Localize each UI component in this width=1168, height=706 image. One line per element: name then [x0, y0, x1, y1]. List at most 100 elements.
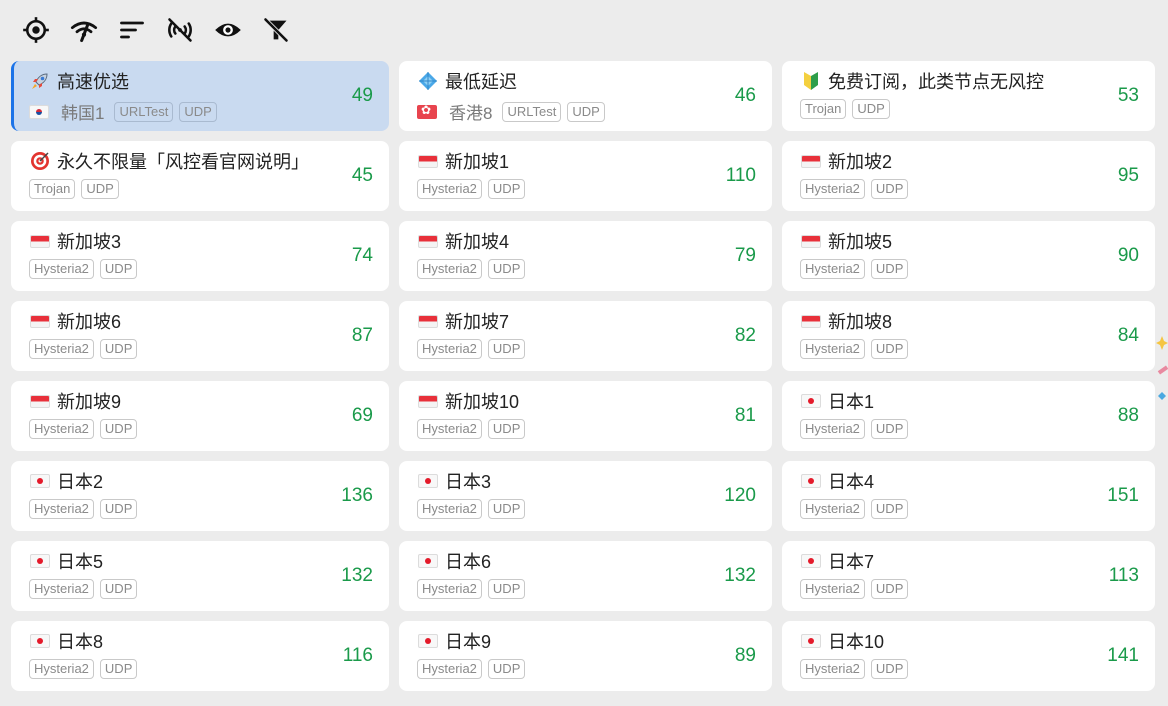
proxy-card[interactable]: 日本9 Hysteria2 UDP 89 [399, 621, 772, 691]
proxy-card[interactable]: 新加坡9 Hysteria2 UDP 69 [11, 381, 389, 451]
proxy-name: 日本7 [828, 552, 875, 572]
flag-jp-icon [29, 631, 51, 651]
latency-value[interactable]: 116 [343, 645, 373, 667]
proxy-tag: UDP [81, 179, 119, 199]
proxy-card[interactable]: 日本1 Hysteria2 UDP 88 [782, 381, 1155, 451]
latency-value[interactable]: 53 [1118, 85, 1139, 107]
flag-sg-icon [417, 151, 439, 171]
latency-value[interactable]: 132 [724, 565, 756, 587]
proxy-name: 日本6 [445, 552, 492, 572]
no-signal-icon [168, 18, 192, 42]
latency-value[interactable]: 69 [352, 405, 373, 427]
current-node-name: 香港8 [449, 104, 493, 123]
proxy-name-row: 新加坡8 [800, 309, 1141, 333]
flag-sg-icon [417, 311, 439, 331]
latency-value[interactable]: 136 [341, 485, 373, 507]
latency-value[interactable]: 79 [735, 245, 756, 267]
proxy-name-row: 日本8 [29, 629, 375, 653]
proxy-meta: Trojan UDP [29, 179, 375, 199]
proxy-name-row: 新加坡9 [29, 389, 375, 413]
proxy-meta: Hysteria2 UDP [800, 659, 1141, 679]
latency-value[interactable]: 141 [1107, 645, 1139, 667]
latency-value[interactable]: 45 [352, 165, 373, 187]
proxy-name: 免费订阅，此类节点无风控 [828, 72, 1044, 92]
proxy-name: 高速优选 [57, 72, 129, 92]
delay-test-button[interactable] [66, 12, 102, 48]
proxy-tag: UDP [487, 259, 526, 279]
proxy-card[interactable]: 日本2 Hysteria2 UDP 136 [11, 461, 389, 531]
proxy-meta: 韩国1 URLTest UDP [29, 99, 375, 124]
proxy-tag: Hysteria2 [29, 419, 94, 439]
latency-value[interactable]: 89 [735, 645, 756, 667]
proxy-name: 日本8 [57, 632, 104, 652]
proxy-card[interactable]: 新加坡7 Hysteria2 UDP 82 [399, 301, 772, 371]
proxy-card[interactable]: 免费订阅，此类节点无风控 Trojan UDP 53 [782, 61, 1155, 131]
proxy-tag: UDP [487, 499, 526, 519]
latency-value[interactable]: 82 [735, 325, 756, 347]
proxy-name-row: 日本9 [417, 629, 758, 653]
visibility-button[interactable] [210, 12, 246, 48]
proxy-card[interactable]: 日本5 Hysteria2 UDP 132 [11, 541, 389, 611]
flag-jp-icon [417, 471, 439, 491]
proxy-card[interactable]: 新加坡2 Hysteria2 UDP 95 [782, 141, 1155, 211]
latency-value[interactable]: 110 [726, 165, 756, 187]
latency-value[interactable]: 90 [1118, 245, 1139, 267]
latency-value[interactable]: 74 [352, 245, 373, 267]
proxy-card[interactable]: 新加坡3 Hysteria2 UDP 74 [11, 221, 389, 291]
proxy-name: 新加坡3 [57, 232, 122, 252]
proxy-tag: Hysteria2 [29, 339, 94, 359]
proxy-card[interactable]: 新加坡10 Hysteria2 UDP 81 [399, 381, 772, 451]
proxy-card[interactable]: 永久不限量「风控看官网说明」 Trojan UDP 45 [11, 141, 389, 211]
latency-value[interactable]: 120 [724, 485, 756, 507]
proxy-card[interactable]: 最低延迟香港8 URLTestUDP 46 [399, 61, 772, 131]
proxy-tag: Hysteria2 [800, 659, 865, 679]
filter-button[interactable] [258, 12, 294, 48]
latency-value[interactable]: 95 [1118, 165, 1139, 187]
proxy-meta: Hysteria2 UDP [417, 179, 758, 199]
proxy-tag: UDP [487, 659, 526, 679]
latency-value[interactable]: 151 [1107, 485, 1139, 507]
latency-value[interactable]: 49 [352, 85, 373, 107]
locate-button[interactable] [18, 12, 54, 48]
flag-sg-icon [417, 231, 439, 251]
proxy-meta: 香港8 URLTestUDP [417, 99, 758, 124]
proxy-tag: UDP [870, 339, 909, 359]
proxy-tag: Hysteria2 [417, 579, 482, 599]
flag-sg-icon [800, 151, 822, 171]
proxy-card[interactable]: 日本8 Hysteria2 UDP 116 [11, 621, 389, 691]
proxy-card[interactable]: 新加坡5 Hysteria2 UDP 90 [782, 221, 1155, 291]
latency-value[interactable]: 81 [735, 405, 756, 427]
latency-value[interactable]: 88 [1118, 405, 1139, 427]
latency-value[interactable]: 113 [1109, 565, 1139, 587]
proxy-tag: Hysteria2 [800, 419, 865, 439]
proxy-card[interactable]: 日本7 Hysteria2 UDP 113 [782, 541, 1155, 611]
proxy-meta: Hysteria2 UDP [417, 339, 758, 359]
proxy-name-row: 新加坡4 [417, 229, 758, 253]
proxy-name: 新加坡4 [445, 232, 510, 252]
proxy-name-row: 新加坡7 [417, 309, 758, 333]
proxy-meta: Hysteria2 UDP [29, 339, 375, 359]
flag-sg-icon [417, 391, 439, 411]
proxy-tag: UDP [99, 579, 138, 599]
proxy-card[interactable]: 新加坡1 Hysteria2 UDP 110 [399, 141, 772, 211]
proxy-card[interactable]: 日本10 Hysteria2 UDP 141 [782, 621, 1155, 691]
latency-value[interactable]: 84 [1118, 325, 1139, 347]
proxy-card[interactable]: 日本6 Hysteria2 UDP 132 [399, 541, 772, 611]
proxy-name: 新加坡1 [445, 152, 510, 172]
latency-value[interactable]: 87 [352, 325, 373, 347]
proxy-meta: Hysteria2 UDP [417, 419, 758, 439]
proxy-card[interactable]: 新加坡4 Hysteria2 UDP 79 [399, 221, 772, 291]
flag-jp-icon [800, 631, 822, 651]
sort-button[interactable] [114, 12, 150, 48]
latency-value[interactable]: 46 [735, 85, 756, 107]
proxy-card[interactable]: 新加坡6 Hysteria2 UDP 87 [11, 301, 389, 371]
proxy-name-row: 日本5 [29, 549, 375, 573]
latency-value[interactable]: 132 [341, 565, 373, 587]
proxy-name: 新加坡5 [828, 232, 893, 252]
proxy-card[interactable]: 日本3 Hysteria2 UDP 120 [399, 461, 772, 531]
proxy-tag: URLTest [114, 101, 174, 122]
toggle-url-button[interactable] [162, 12, 198, 48]
proxy-card[interactable]: 新加坡8 Hysteria2 UDP 84 [782, 301, 1155, 371]
proxy-card[interactable]: 高速优选韩国1 URLTest UDP 49 [11, 61, 389, 131]
proxy-card[interactable]: 日本4 Hysteria2 UDP 151 [782, 461, 1155, 531]
